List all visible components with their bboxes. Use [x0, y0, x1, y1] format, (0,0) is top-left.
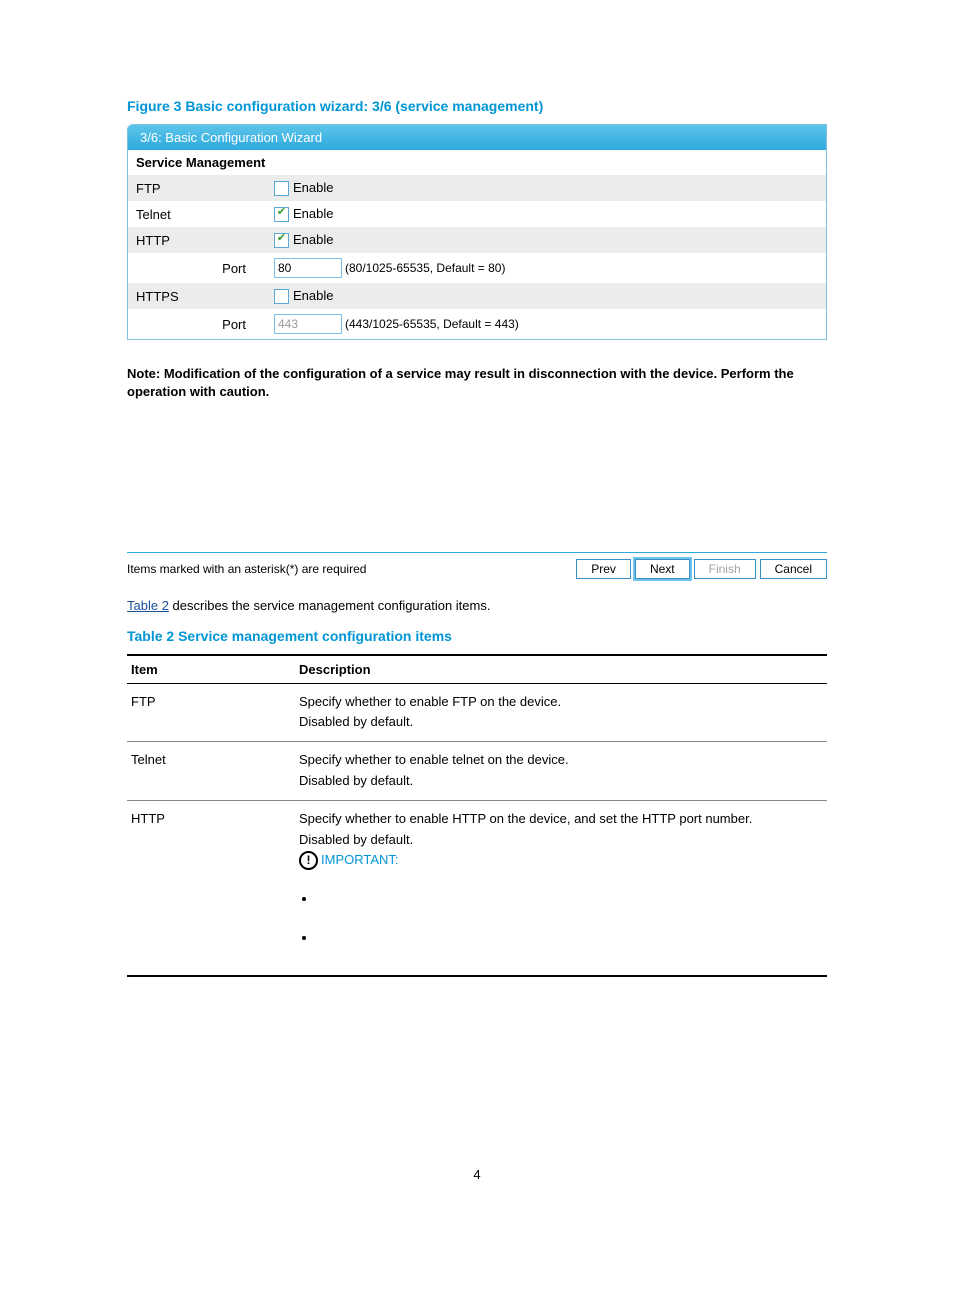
desc-http-item: HTTP — [127, 800, 295, 975]
ftp-enable-checkbox[interactable] — [274, 181, 289, 196]
wizard-footer: Items marked with an asterisk(*) are req… — [127, 552, 827, 583]
ftp-label: FTP — [128, 175, 266, 201]
important-label: IMPORTANT: — [321, 852, 399, 867]
http-port-hint: (80/1025-65535, Default = 80) — [345, 261, 505, 275]
bullet-1 — [317, 889, 823, 910]
desc-http-line1: Specify whether to enable HTTP on the de… — [299, 809, 823, 830]
important-callout: !IMPORTANT: — [299, 850, 823, 871]
http-enable-checkbox[interactable] — [274, 233, 289, 248]
https-label: HTTPS — [128, 283, 266, 309]
https-checkbox-label: Enable — [293, 288, 333, 303]
col-header-item: Item — [127, 655, 295, 684]
table-2-link[interactable]: Table 2 — [127, 598, 169, 613]
table-caption: Table 2 Service management configuration… — [127, 628, 827, 644]
description-table: Item Description FTP Specify whether to … — [127, 654, 827, 977]
desc-telnet-line2: Disabled by default. — [299, 771, 823, 792]
desc-telnet-item: Telnet — [127, 742, 295, 801]
section-title: Service Management — [128, 150, 826, 175]
http-checkbox-label: Enable — [293, 232, 333, 247]
page-number: 4 — [127, 1167, 827, 1182]
bullet-2 — [317, 928, 823, 949]
ftp-row: FTP Enable — [128, 175, 826, 201]
telnet-checkbox-label: Enable — [293, 206, 333, 221]
wizard-header: 3/6: Basic Configuration Wizard — [128, 125, 826, 150]
prev-button[interactable]: Prev — [576, 559, 631, 579]
https-row: HTTPS Enable — [128, 283, 826, 309]
desc-ftp-line1: Specify whether to enable FTP on the dev… — [299, 692, 823, 713]
desc-ftp-line2: Disabled by default. — [299, 712, 823, 733]
desc-ftp-item: FTP — [127, 683, 295, 742]
desc-telnet-line1: Specify whether to enable telnet on the … — [299, 750, 823, 771]
telnet-label: Telnet — [128, 201, 266, 227]
http-port-label: Port — [128, 253, 266, 283]
desc-row-http: HTTP Specify whether to enable HTTP on t… — [127, 800, 827, 975]
telnet-enable-checkbox[interactable] — [274, 207, 289, 222]
wizard-panel: 3/6: Basic Configuration Wizard Service … — [127, 124, 827, 340]
footer-required-text: Items marked with an asterisk(*) are req… — [127, 562, 572, 576]
body-sentence: Table 2 describes the service management… — [127, 598, 827, 613]
https-port-label: Port — [128, 309, 266, 339]
http-label: HTTP — [128, 227, 266, 253]
body-sentence-rest: describes the service management configu… — [169, 598, 491, 613]
exclamation-icon: ! — [299, 851, 318, 870]
https-enable-checkbox[interactable] — [274, 289, 289, 304]
next-button[interactable]: Next — [635, 559, 690, 579]
desc-row-telnet: Telnet Specify whether to enable telnet … — [127, 742, 827, 801]
important-bullets — [317, 889, 823, 949]
service-table: Service Management FTP Enable Telnet Ena… — [128, 150, 826, 339]
finish-button[interactable]: Finish — [694, 559, 756, 579]
cancel-button[interactable]: Cancel — [760, 559, 827, 579]
http-port-input[interactable]: 80 — [274, 258, 342, 278]
http-port-row: Port 80(80/1025-65535, Default = 80) — [128, 253, 826, 283]
col-header-desc: Description — [295, 655, 827, 684]
ftp-checkbox-label: Enable — [293, 180, 333, 195]
https-port-hint: (443/1025-65535, Default = 443) — [345, 317, 519, 331]
desc-http-line2: Disabled by default. — [299, 830, 823, 851]
wizard-note: Note: Modification of the configuration … — [127, 365, 827, 401]
https-port-row: Port 443(443/1025-65535, Default = 443) — [128, 309, 826, 339]
desc-row-ftp: FTP Specify whether to enable FTP on the… — [127, 683, 827, 742]
telnet-row: Telnet Enable — [128, 201, 826, 227]
https-port-input[interactable]: 443 — [274, 314, 342, 334]
figure-caption: Figure 3 Basic configuration wizard: 3/6… — [127, 98, 827, 114]
http-row: HTTP Enable — [128, 227, 826, 253]
